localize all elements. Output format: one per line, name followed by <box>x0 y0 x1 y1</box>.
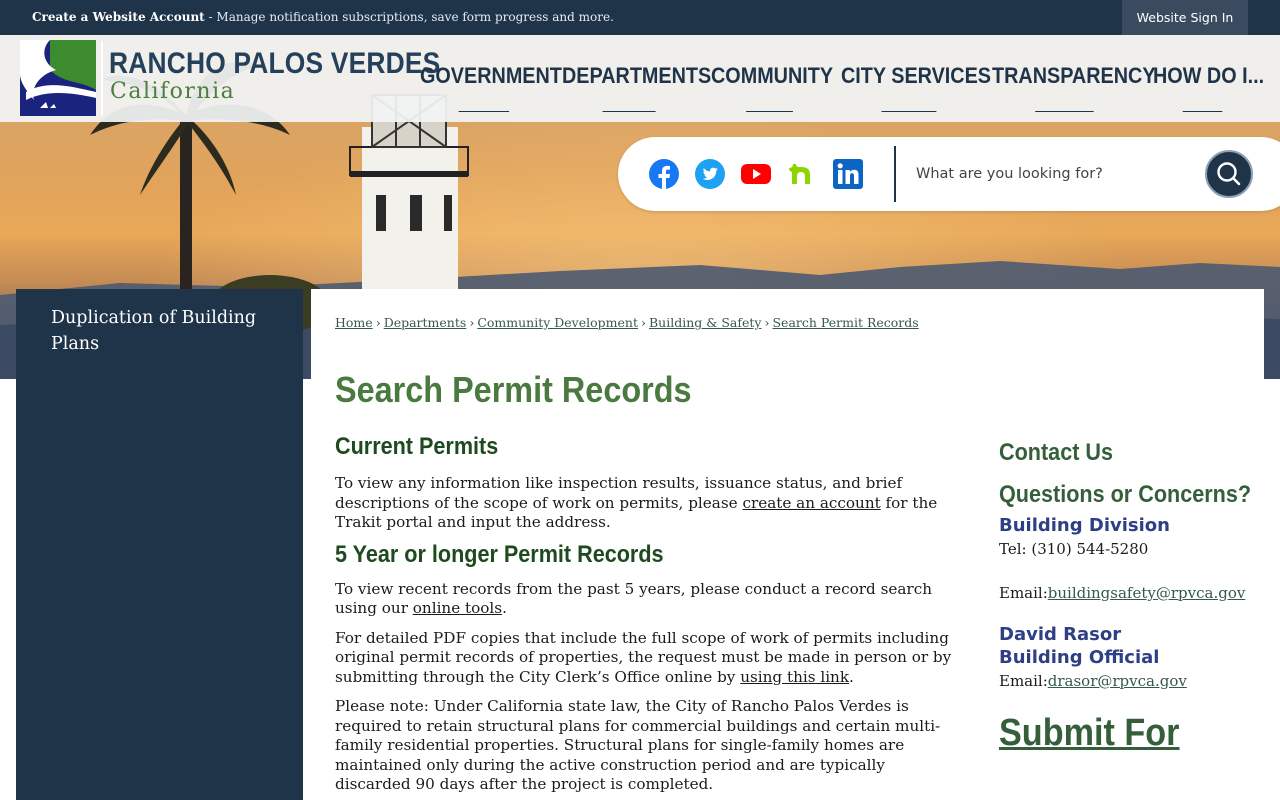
search-input[interactable] <box>916 162 1196 186</box>
account-message-text: - Manage notification subscriptions, sav… <box>204 10 614 24</box>
youtube-icon[interactable] <box>740 158 772 190</box>
current-permits-paragraph: To view any information like inspection … <box>335 474 965 533</box>
contact-person-role: Building Official <box>999 647 1160 668</box>
twitter-icon[interactable] <box>694 158 726 190</box>
contact-sidebar: Contact Us Questions or Concerns? Buildi… <box>999 439 1259 755</box>
email-label: Email: <box>999 672 1048 690</box>
pdf-copies-text-a: For detailed PDF copies that include the… <box>335 628 952 686</box>
pdf-copies-text-b: . <box>849 667 854 686</box>
social-search-bar <box>618 137 1280 211</box>
breadcrumb-departments[interactable]: Departments <box>384 315 467 330</box>
city-logo-icon[interactable] <box>20 40 96 116</box>
breadcrumb-separator: › <box>469 315 475 330</box>
questions-heading: Questions or Concerns? <box>999 481 1252 508</box>
sidebar-nav: Duplication of Building Plans <box>16 289 303 800</box>
site-subtitle: California <box>110 79 236 104</box>
website-sign-in-button[interactable]: Website Sign In <box>1122 0 1248 35</box>
submit-for-link[interactable]: Submit For <box>999 712 1233 755</box>
five-year-text-b: . <box>502 599 507 617</box>
online-tools-link[interactable]: online tools <box>413 599 502 617</box>
building-division-heading: Building Division <box>999 515 1170 536</box>
person-email: Email:drasor@rpvca.gov <box>999 672 1259 690</box>
nav-community[interactable]: COMMUNITY <box>711 63 833 112</box>
nav-transparency[interactable]: TRANSPARENCY <box>992 63 1156 112</box>
site-header: RANCHO PALOS VERDES California GOVERNMEN… <box>0 35 1280 122</box>
breadcrumb-separator: › <box>764 315 770 330</box>
breadcrumb-building-safety[interactable]: Building & Safety <box>649 315 761 330</box>
account-message: Create a Website Account - Manage notifi… <box>32 10 614 24</box>
nav-government[interactable]: GOVERNMENT <box>420 63 562 112</box>
main-content: Home › Departments › Community Development › B… <box>311 289 1264 800</box>
nav-departments[interactable]: DEPARTMENTS <box>562 63 711 112</box>
nextdoor-icon[interactable] <box>786 158 818 190</box>
email-label: Email: <box>999 584 1048 602</box>
page-title: Search Permit Records <box>335 369 692 410</box>
nav-how-do-i[interactable]: HOW DO I... <box>1153 63 1264 112</box>
main-navigation: GOVERNMENT DEPARTMENTS COMMUNITY CITY SE… <box>420 63 1264 112</box>
site-title[interactable]: RANCHO PALOS VERDES <box>109 47 440 81</box>
create-account-link[interactable]: create an account <box>742 494 880 512</box>
contact-person-name: David Rasor <box>999 624 1122 645</box>
division-phone: Tel: (310) 544-5280 <box>999 540 1149 558</box>
five-year-paragraph-2: For detailed PDF copies that include the… <box>335 629 965 688</box>
five-year-heading: 5 Year or longer Permit Records <box>335 540 664 568</box>
facebook-icon[interactable] <box>648 158 680 190</box>
breadcrumb-separator: › <box>641 315 646 330</box>
search-icon <box>1217 162 1241 186</box>
create-account-link[interactable]: Create a Website Account <box>32 10 205 24</box>
division-email: Email:buildingsafety@rpvca.gov <box>999 584 1259 602</box>
breadcrumb-home[interactable]: Home <box>335 315 373 330</box>
search-divider <box>894 146 896 202</box>
breadcrumb: Home › Departments › Community Development › B… <box>335 315 919 330</box>
logo-divider <box>101 41 103 115</box>
breadcrumb-search-permit-records[interactable]: Search Permit Records <box>772 315 918 330</box>
contact-us-heading: Contact Us <box>999 439 1114 466</box>
division-email-link[interactable]: buildingsafety@rpvca.gov <box>1048 584 1246 602</box>
top-bar: Create a Website Account - Manage notifi… <box>0 0 1280 35</box>
article-body: Current Permits To view any information … <box>335 433 965 795</box>
nav-city-services[interactable]: CITY SERVICES <box>841 63 991 112</box>
current-permits-heading: Current Permits <box>335 433 499 460</box>
breadcrumb-community-development[interactable]: Community Development <box>477 315 638 330</box>
person-email-link[interactable]: drasor@rpvca.gov <box>1048 672 1187 690</box>
search-button[interactable] <box>1205 150 1253 198</box>
five-year-paragraph-1: To view recent records from the past 5 y… <box>335 580 965 619</box>
breadcrumb-separator: › <box>375 315 381 330</box>
linkedin-icon[interactable] <box>832 158 864 190</box>
sidebar-item-duplication-of-building-plans[interactable]: Duplication of Building Plans <box>51 305 281 357</box>
using-this-link[interactable]: using this link <box>740 668 849 686</box>
retention-note: Please note: Under California state law,… <box>335 697 941 793</box>
